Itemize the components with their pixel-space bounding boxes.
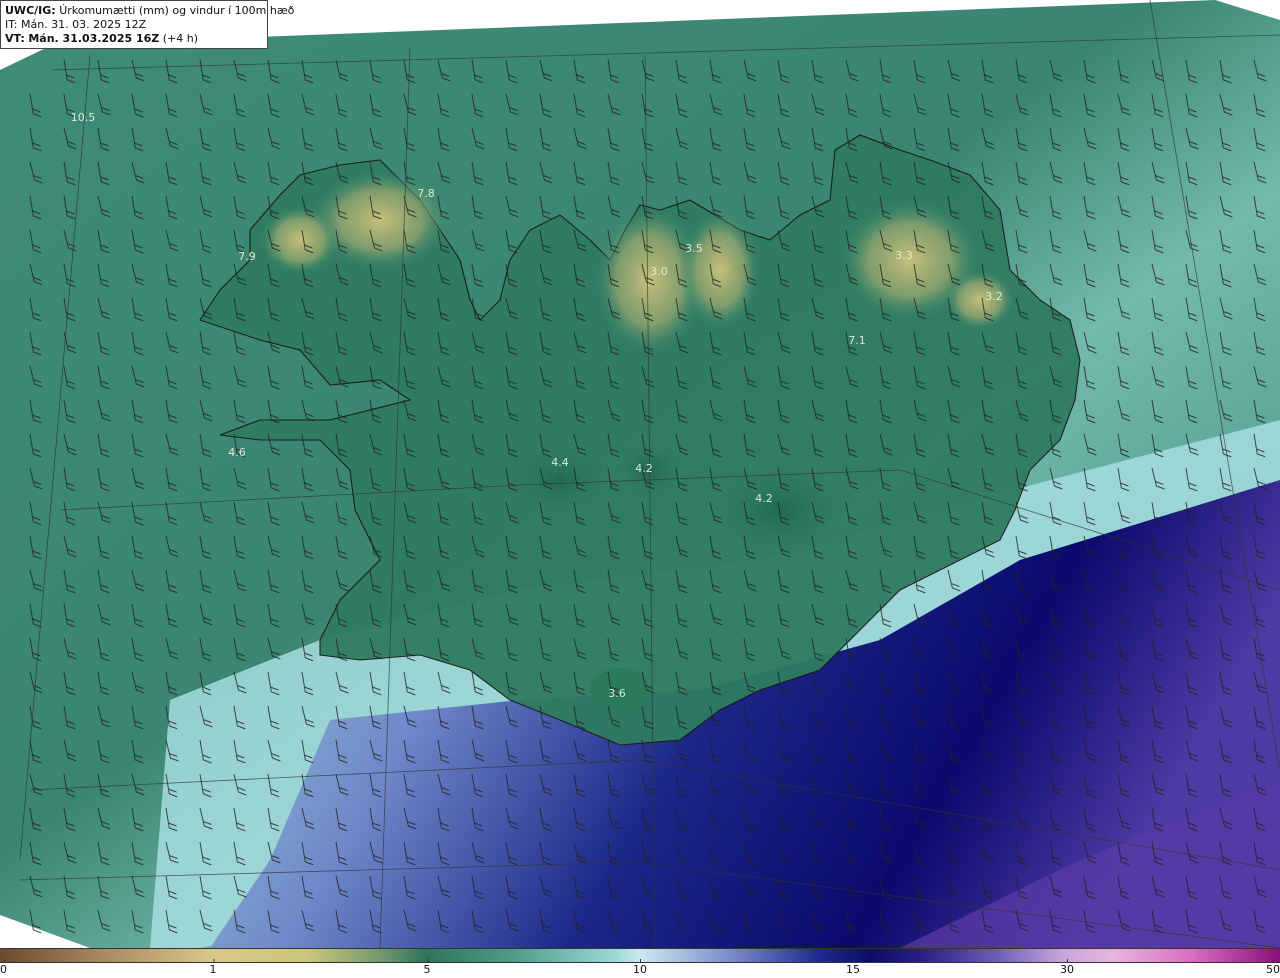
colorbar-tick-50: 50 [1266,959,1280,976]
value-label: 3.5 [685,242,703,255]
colorbar-tick-30: 30 [1060,959,1074,976]
value-label: 3.3 [895,249,913,262]
colorbar-tick-0: 0 [0,959,7,976]
value-label: 4.2 [635,462,653,475]
valid-time-value: Mán. 31.03.2025 16Z [28,32,160,45]
value-label: 4.4 [551,456,569,469]
value-label: 3.6 [608,687,626,700]
colorbar-tick-15: 15 [846,959,860,976]
model-name: UWC/IG: [5,4,56,17]
precipitation-map: 10.5 7.8 7.9 3.5 3.0 3.3 3.2 7.1 4.6 4.4 4.2 4.2 3.6 [0,0,1280,948]
map-title: Úrkomumætti (mm) og vindur í 100m hæð [59,4,295,17]
value-label: 4.6 [228,446,246,459]
colorbar: 0 1 5 10 15 30 50 [0,948,1280,978]
colorbar-tick-1: 1 [209,959,217,976]
colorbar-tick-5: 5 [423,959,431,976]
initial-time: IT: Mán. 31. 03. 2025 12Z [5,18,147,31]
value-label: 3.0 [650,265,668,278]
forecast-info-box: UWC/IG: Úrkomumætti (mm) og vindur í 100… [0,0,294,49]
value-label: 4.2 [755,492,773,505]
value-label: 7.1 [848,334,866,347]
value-label: 3.2 [985,290,1003,303]
valid-time-prefix: VT: [5,32,25,45]
valid-time-offset: (+4 h) [162,32,199,45]
value-label: 7.8 [417,187,435,200]
colorbar-tick-10: 10 [633,959,647,976]
value-label: 10.5 [71,111,96,124]
value-label: 7.9 [238,250,256,263]
